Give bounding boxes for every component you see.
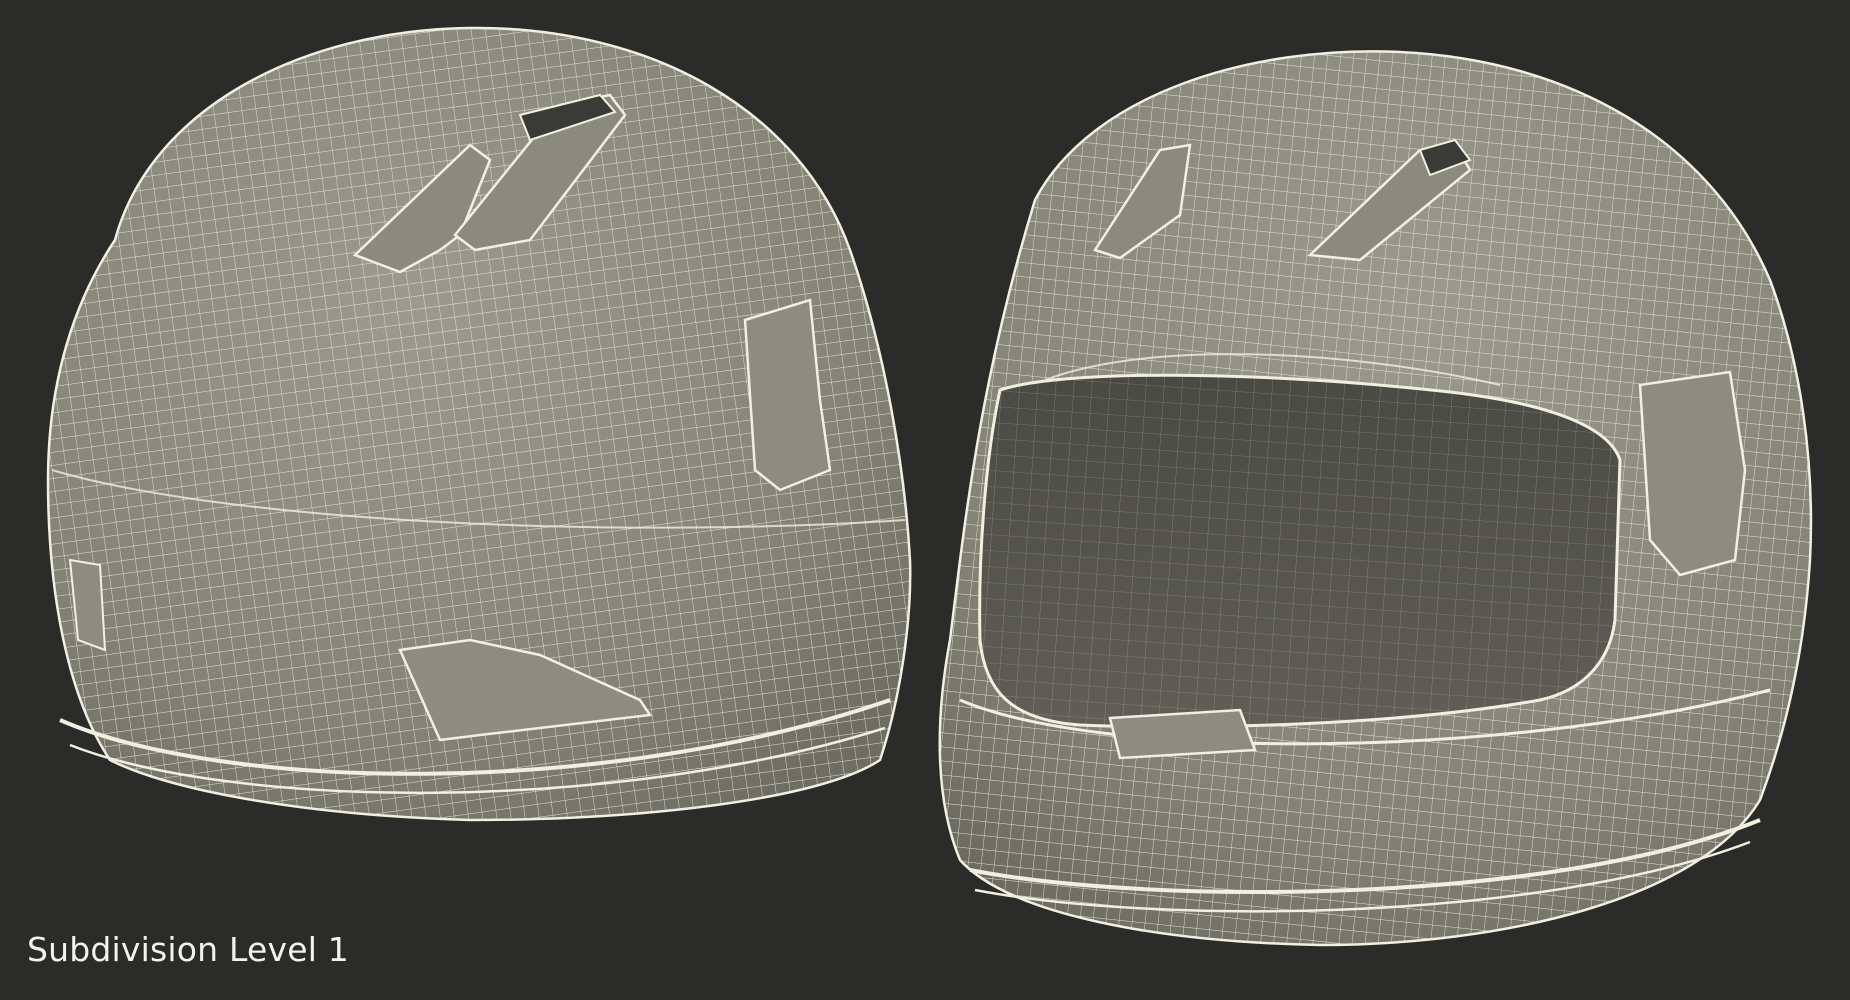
wireframe-render [46, 26, 1813, 947]
chin-vent [1108, 708, 1257, 760]
helmet-front-view [938, 50, 1813, 947]
render-viewport: Subdivision Level 1 [0, 0, 1850, 1000]
visor-pivot-right [1638, 370, 1747, 577]
subdivision-level-caption: Subdivision Level 1 [27, 930, 349, 969]
helmet-rear-view [46, 26, 912, 822]
